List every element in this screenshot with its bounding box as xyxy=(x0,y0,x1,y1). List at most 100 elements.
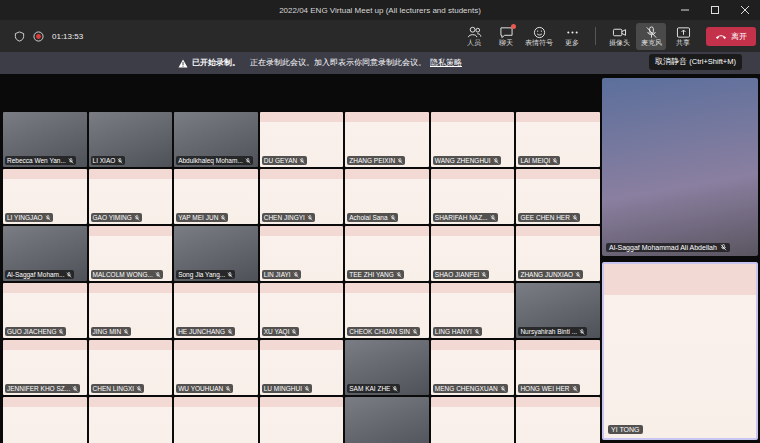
participant-tile[interactable]: SHARIFAH NAZ... xyxy=(431,169,515,224)
participant-name: LU MINGHUI xyxy=(262,384,312,393)
participant-name: SAM KAI ZHE xyxy=(347,384,400,393)
mic-off-icon xyxy=(293,272,299,278)
participant-name: DU GEYAN xyxy=(262,156,307,165)
participant-tile[interactable]: HE JUNCHANG xyxy=(174,283,258,338)
mic-off-icon xyxy=(227,329,233,335)
mic-off-icon xyxy=(123,329,129,335)
mic-off-icon xyxy=(68,158,74,164)
participant-tile[interactable]: YAP MEI JUN xyxy=(174,169,258,224)
participant-tile[interactable]: SHAO JIANFEI xyxy=(431,226,515,281)
device-button[interactable]: 摄像头 xyxy=(604,23,634,50)
mic-off-icon xyxy=(396,272,402,278)
participant-tile[interactable]: LING HANYI xyxy=(431,283,515,338)
participant-name: TEE ZHI YANG xyxy=(347,270,404,279)
participant-tile[interactable]: GEE CHEN HER xyxy=(516,169,600,224)
toolbar-button[interactable]: 人员 xyxy=(459,23,489,50)
close-icon[interactable] xyxy=(730,5,760,15)
toolbar-button[interactable]: 聊天 xyxy=(491,23,521,50)
participant-tile[interactable] xyxy=(89,397,173,443)
unread-badge xyxy=(511,24,516,29)
people-icon xyxy=(467,26,482,39)
participant-tile[interactable]: WU YOUHUAN xyxy=(174,340,258,395)
participant-tile[interactable]: CHEN JINGYI xyxy=(260,169,344,224)
participant-tile[interactable]: HONG WEI HER xyxy=(516,340,600,395)
mic-off-icon xyxy=(720,244,727,251)
participant-tile[interactable]: Al-Saggaf Moham... xyxy=(3,226,87,281)
leave-button[interactable]: 离开 xyxy=(706,27,756,46)
participant-tile[interactable]: JENNIFER KHO SZ... xyxy=(3,340,87,395)
participant-tile[interactable] xyxy=(3,397,87,443)
participant-tile[interactable]: CHEOK CHUAN SIN xyxy=(345,283,429,338)
meeting-toolbar: 01:13:53 人员 聊天 表情符号 更多 摄像头 麦克风 共享 离开 xyxy=(0,20,760,52)
participant-tile[interactable] xyxy=(345,397,429,443)
spotlight-column: Al-Saggaf Mohammad Ali Abdellah YI TONG xyxy=(602,74,760,443)
participant-tile[interactable]: SAM KAI ZHE xyxy=(345,340,429,395)
participant-name: CHEOK CHUAN SIN xyxy=(347,327,420,336)
participant-tile[interactable]: LIN JIAYI xyxy=(260,226,344,281)
mic-off-icon xyxy=(481,272,487,278)
participant-name: ZHANG PEIXIN xyxy=(347,156,405,165)
participant-tile[interactable]: JING MIN xyxy=(89,283,173,338)
participant-tile[interactable]: DU GEYAN xyxy=(260,112,344,167)
participant-tile[interactable] xyxy=(260,397,344,443)
toolbar-divider xyxy=(595,27,596,45)
participant-tile[interactable]: TEE ZHI YANG xyxy=(345,226,429,281)
participant-tile[interactable] xyxy=(431,397,515,443)
participant-tile[interactable]: LI XIAO xyxy=(89,112,173,167)
mic-off-icon xyxy=(225,386,231,392)
participant-name: WU YOUHUAN xyxy=(176,384,233,393)
participant-tile[interactable]: WANG ZHENGHUI xyxy=(431,112,515,167)
participant-name: Song Jia Yang... xyxy=(176,270,235,279)
mic-off-icon xyxy=(500,386,506,392)
participant-tile[interactable]: Abdulkhaleq Moham... xyxy=(174,112,258,167)
mic-off-icon xyxy=(579,329,585,335)
participant-name: Nursyahirah Binti ... xyxy=(518,327,587,336)
participant-tile[interactable]: ZHANG PEIXIN xyxy=(345,112,429,167)
participant-tile[interactable]: Song Jia Yang... xyxy=(174,226,258,281)
participant-tile[interactable]: Rebecca Wen Yan... xyxy=(3,112,87,167)
meeting-timer: 01:13:53 xyxy=(52,32,83,41)
warning-icon xyxy=(178,59,188,68)
participant-name: SHARIFAH NAZ... xyxy=(433,213,498,222)
unmute-tooltip: 取消静音 (Ctrl+Shift+M) xyxy=(649,54,742,70)
device-button[interactable]: 共享 xyxy=(668,23,698,50)
spotlight-tile[interactable]: Al-Saggaf Mohammad Ali Abdellah xyxy=(602,78,758,256)
participant-tile[interactable]: Nursyahirah Binti ... xyxy=(516,283,600,338)
participant-tile[interactable]: GUO JIACHENG xyxy=(3,283,87,338)
toolbar-button[interactable]: 表情符号 xyxy=(523,23,555,50)
participant-tile[interactable]: XU YAQI xyxy=(260,283,344,338)
device-button[interactable]: 麦克风 xyxy=(636,23,666,50)
participant-tile[interactable]: GAO YIMING xyxy=(89,169,173,224)
maximize-icon[interactable] xyxy=(700,5,730,15)
participant-tile[interactable]: CHEN LINGXI xyxy=(89,340,173,395)
participant-name: ZHANG JUNXIAO xyxy=(518,270,583,279)
participant-name: CHEN JINGYI xyxy=(262,213,315,222)
participant-name: LAI MEIQI xyxy=(518,156,560,165)
mic-off-icon xyxy=(136,386,142,392)
participant-name: YAP MEI JUN xyxy=(176,213,228,222)
mic-off-icon xyxy=(155,272,161,278)
participant-name: GEE CHEN HER xyxy=(518,213,579,222)
mic-off-icon xyxy=(299,158,305,164)
mic-off-icon xyxy=(493,158,499,164)
spotlight-tile[interactable]: YI TONG xyxy=(602,262,758,440)
participant-tile[interactable]: ZHANG JUNXIAO xyxy=(516,226,600,281)
minimize-icon[interactable] xyxy=(670,5,700,15)
participant-tile[interactable]: MENG CHENGXUAN xyxy=(431,340,515,395)
mic-off-icon xyxy=(490,215,496,221)
teams-meeting-window: 2022/04 ENG Virtual Meet up (All lecture… xyxy=(0,0,760,443)
participant-tile[interactable]: Achoiai Sana xyxy=(345,169,429,224)
toolbar-button[interactable]: 更多 xyxy=(557,23,587,50)
participant-tile[interactable]: LI YINGJAO xyxy=(3,169,87,224)
participant-tile[interactable]: MALCOLM WONG... xyxy=(89,226,173,281)
participant-tile[interactable]: LAI MEIQI xyxy=(516,112,600,167)
mic-off-icon xyxy=(412,329,418,335)
participant-tile[interactable]: LU MINGHUI xyxy=(260,340,344,395)
participant-tile[interactable] xyxy=(516,397,600,443)
participant-name: Rebecca Wen Yan... xyxy=(5,156,76,165)
participant-name: GUO JIACHENG xyxy=(5,327,66,336)
participant-name: JENNIFER KHO SZ... xyxy=(5,384,80,393)
privacy-link[interactable]: 隐私策略 xyxy=(430,58,462,68)
participant-tile[interactable] xyxy=(174,397,258,443)
participant-name: YI TONG xyxy=(608,425,643,434)
